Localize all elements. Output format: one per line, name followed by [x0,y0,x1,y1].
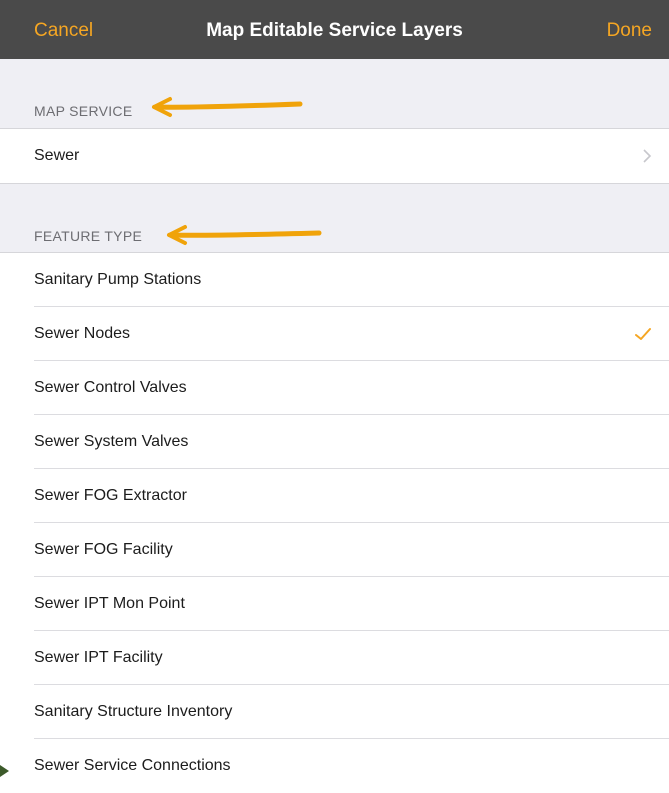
feature-type-item[interactable]: Sewer IPT Mon Point [0,577,669,631]
feature-type-header: FEATURE TYPE [34,228,143,244]
checkmark-icon [635,328,651,340]
feature-type-label: Sewer Service Connections [34,757,231,774]
feature-type-label: Sanitary Structure Inventory [34,703,233,720]
feature-type-item[interactable]: Sewer Nodes [0,307,669,361]
feature-type-section-header-area: FEATURE TYPE [0,184,669,252]
map-service-header: MAP SERVICE [34,103,133,119]
annotation-arrow-icon [167,225,322,245]
navigation-bar: Cancel Map Editable Service Layers Done [0,0,669,59]
map-service-row[interactable]: Sewer [0,129,669,183]
chevron-right-icon [643,149,652,163]
map-service-section-header-area: MAP SERVICE [0,59,669,128]
feature-type-item[interactable]: Sewer Service Connections [0,739,669,793]
feature-type-item[interactable]: Sanitary Structure Inventory [0,685,669,739]
annotation-arrow-icon [152,97,303,117]
feature-type-item[interactable]: Sewer IPT Facility [0,631,669,685]
page-title: Map Editable Service Layers [206,20,463,41]
feature-type-label: Sewer FOG Facility [34,541,173,558]
feature-type-label: Sewer IPT Mon Point [34,595,185,612]
feature-type-label: Sewer System Valves [34,433,189,450]
feature-type-item[interactable]: Sewer FOG Extractor [0,469,669,523]
done-button[interactable]: Done [607,0,652,59]
feature-type-label: Sewer IPT Facility [34,649,163,666]
map-service-value: Sewer [34,147,80,164]
feature-type-item[interactable]: Sanitary Pump Stations [0,253,669,307]
feature-type-label: Sewer Nodes [34,325,131,342]
feature-type-item[interactable]: Sewer FOG Facility [0,523,669,577]
feature-type-label: Sewer Control Valves [34,379,187,396]
corner-triangle-icon [0,765,9,777]
feature-type-item[interactable]: Sewer System Valves [0,415,669,469]
feature-type-label: Sewer FOG Extractor [34,487,187,504]
feature-type-label: Sanitary Pump Stations [34,271,202,288]
feature-type-item[interactable]: Sewer Control Valves [0,361,669,415]
